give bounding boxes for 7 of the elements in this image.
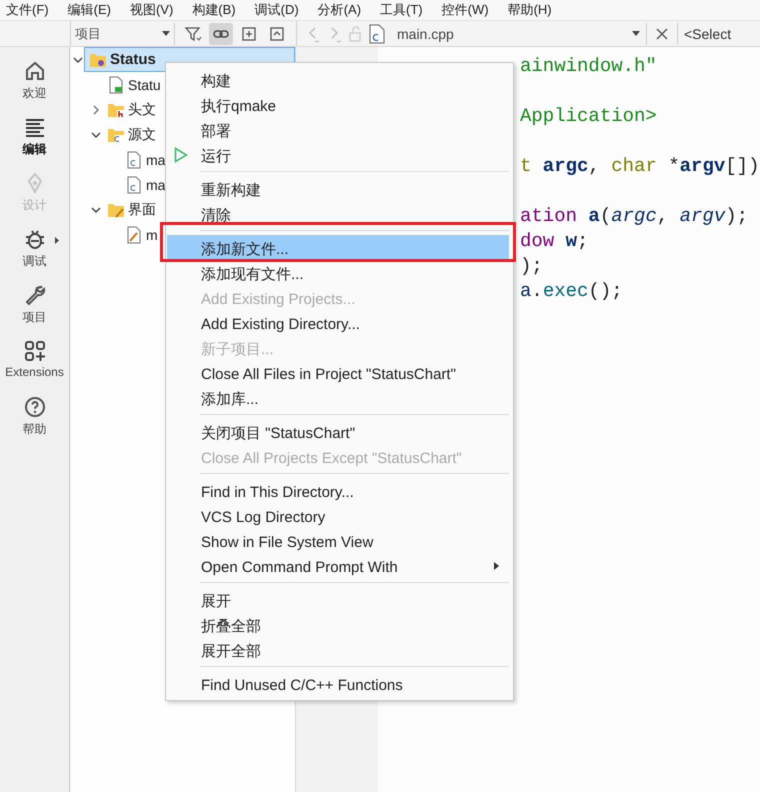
code-line: t argc, char *argv[]) <box>520 155 760 177</box>
code-line: dow w; <box>520 230 588 252</box>
code-line: ation a(argc, argv); <box>520 205 748 227</box>
code-line: Application> <box>520 105 657 127</box>
code-line: ); <box>520 255 543 277</box>
code-line: a.exec(); <box>520 280 623 302</box>
code-line: ainwindow.h" <box>520 55 657 77</box>
